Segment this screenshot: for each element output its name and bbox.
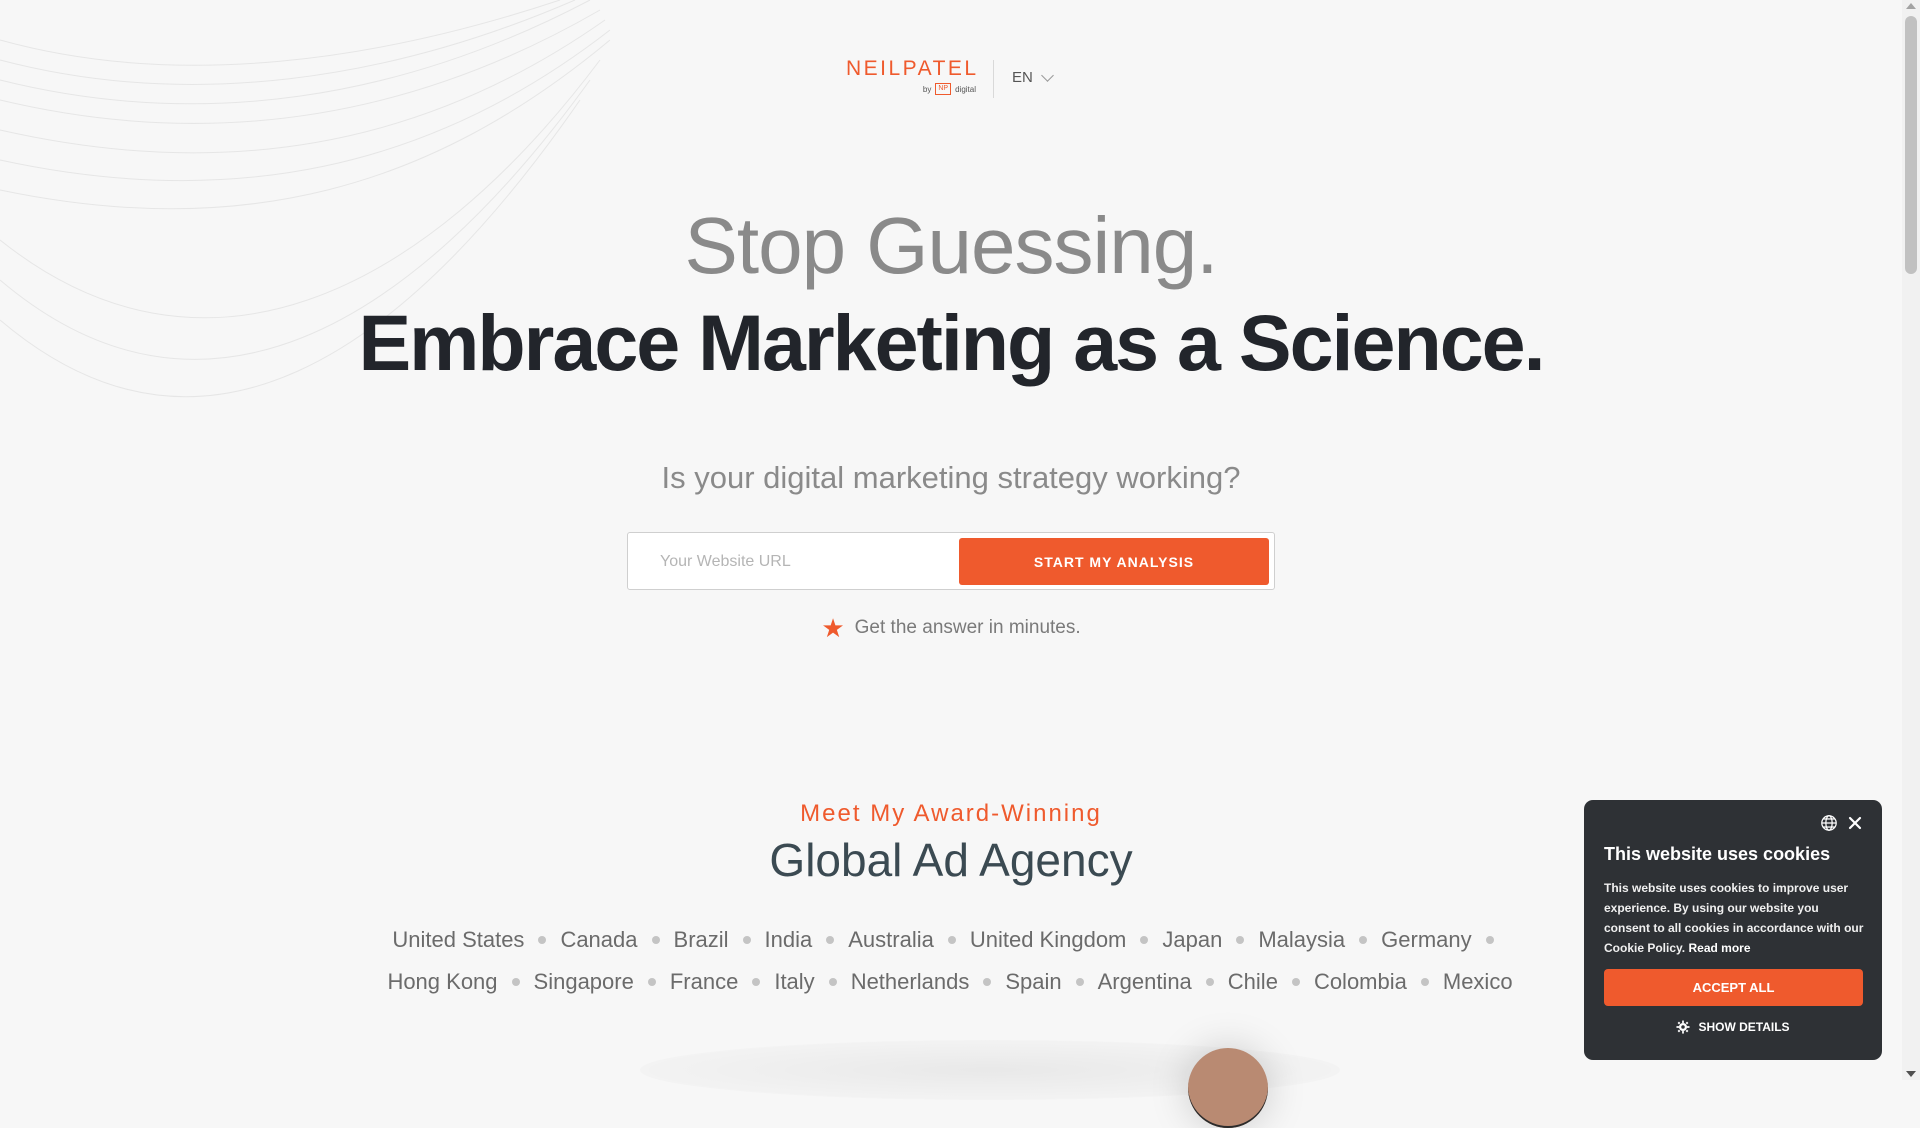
- headline-primary: Stop Guessing.: [684, 201, 1219, 290]
- language-selector[interactable]: EN: [1012, 68, 1054, 86]
- neil-patel-photo: [1188, 1048, 1268, 1128]
- country-item: Netherlands: [851, 968, 1006, 996]
- hero-note-text: Get the answer in minutes.: [854, 617, 1081, 638]
- logo-wordmark: NEILPATEL: [846, 57, 979, 80]
- scroll-thumb[interactable]: [1905, 16, 1917, 274]
- country-list: United States Canada Brazil India Austra…: [360, 926, 1540, 996]
- site-header: NEILPATEL by NP digital EN: [0, 0, 1902, 160]
- logo-np-box: NP: [935, 83, 952, 95]
- country-item: Australia: [848, 926, 970, 954]
- read-more-link[interactable]: Read more: [1688, 941, 1750, 955]
- scroll-down-arrow[interactable]: [1906, 1071, 1916, 1077]
- globe-icon[interactable]: [1820, 814, 1838, 832]
- start-analysis-button[interactable]: START MY ANALYSIS: [959, 538, 1269, 585]
- show-details-button[interactable]: SHOW DETAILS: [1584, 1020, 1882, 1034]
- scroll-up-arrow[interactable]: [1906, 3, 1916, 9]
- accept-all-button[interactable]: ACCEPT ALL: [1604, 969, 1863, 1006]
- header-divider: [993, 60, 994, 98]
- cookie-header-icons: [1820, 814, 1862, 832]
- headline-secondary: Embrace Marketing as a Science.: [358, 298, 1545, 387]
- country-item: Colombia: [1314, 968, 1443, 996]
- hero-note: ★ Get the answer in minutes.: [0, 613, 1902, 643]
- close-icon[interactable]: [1848, 816, 1862, 830]
- analysis-form: START MY ANALYSIS: [627, 532, 1275, 590]
- country-item: Brazil: [674, 926, 765, 954]
- country-item: Italy: [774, 968, 850, 996]
- country-item: Germany: [1381, 926, 1507, 954]
- country-item: Chile: [1228, 968, 1314, 996]
- cookie-description: This website uses cookies to improve use…: [1604, 878, 1864, 958]
- country-item: United States: [392, 926, 560, 954]
- logo-digital: digital: [955, 84, 976, 94]
- country-item: Mexico: [1442, 969, 1513, 994]
- show-details-label: SHOW DETAILS: [1698, 1020, 1790, 1034]
- country-item: Argentina: [1098, 968, 1228, 996]
- country-item: United Kingdom: [970, 926, 1163, 954]
- country-item: Singapore: [534, 968, 670, 996]
- language-label: EN: [1012, 69, 1033, 86]
- cookie-title: This website uses cookies: [1604, 844, 1831, 864]
- logo-by: by: [922, 84, 932, 94]
- hero-question: Is your digital marketing strategy worki…: [661, 460, 1241, 495]
- country-item: Spain: [1005, 968, 1097, 996]
- gear-icon: [1676, 1020, 1690, 1034]
- country-item: Canada: [560, 926, 673, 954]
- logo-byline: by NP digital: [846, 83, 976, 95]
- country-item: Japan: [1162, 926, 1258, 954]
- country-item: Malaysia: [1258, 926, 1381, 954]
- neilpatel-logo[interactable]: NEILPATEL by NP digital: [846, 57, 976, 99]
- country-item: Hong Kong: [387, 968, 533, 996]
- country-item: France: [670, 968, 774, 996]
- chevron-down-icon: [1040, 68, 1054, 82]
- website-url-input[interactable]: [648, 541, 962, 583]
- star-icon: ★: [821, 613, 845, 643]
- cookie-consent-popup: This website uses cookies This website u…: [1584, 800, 1882, 1060]
- country-item: India: [765, 926, 849, 954]
- vertical-scrollbar[interactable]: [1902, 0, 1920, 1080]
